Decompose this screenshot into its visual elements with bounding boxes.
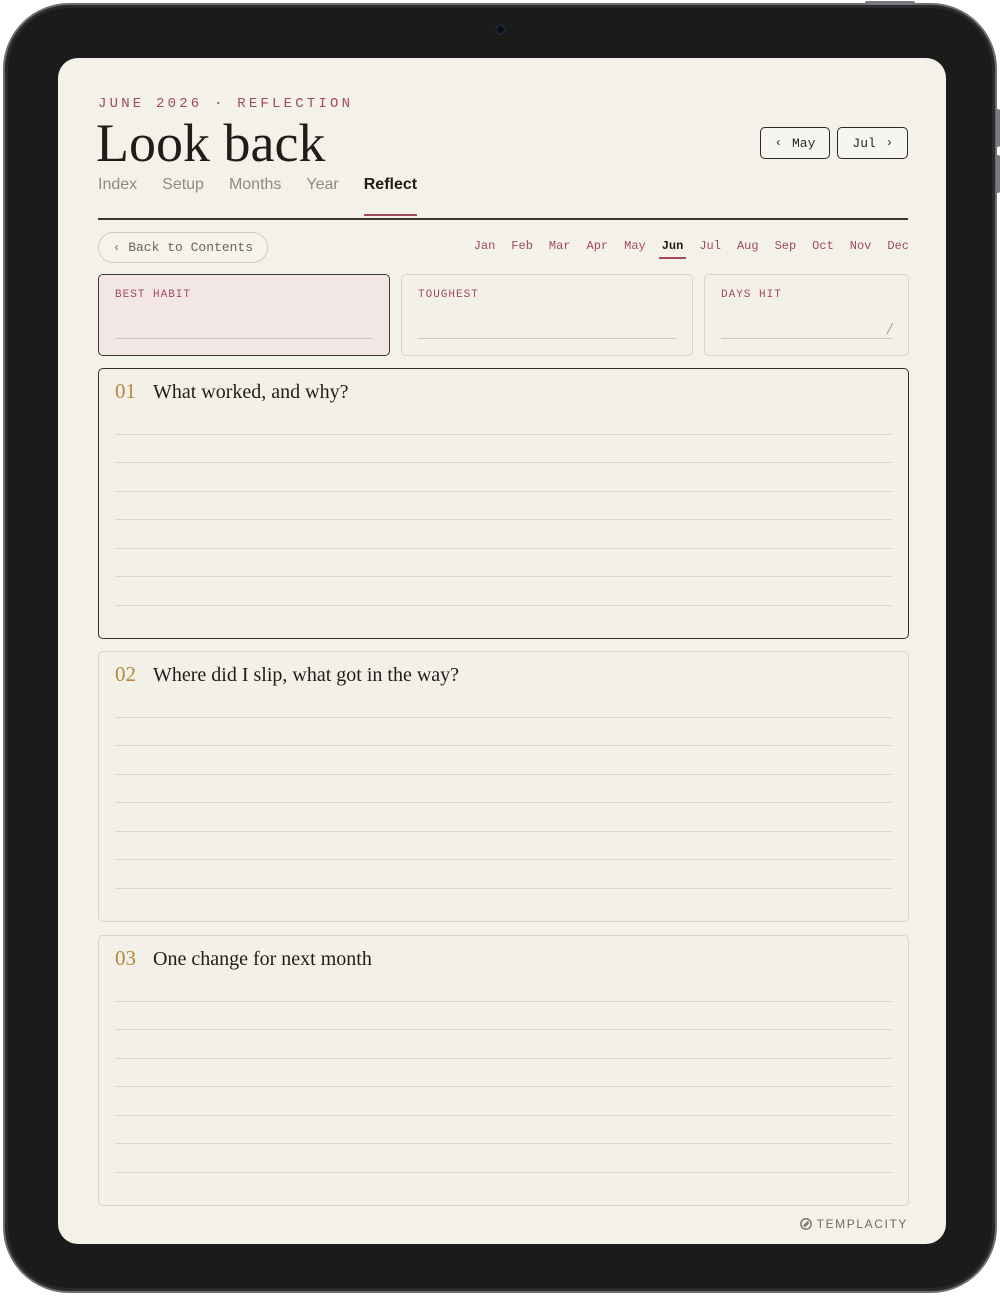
month-link-dec[interactable]: Dec [887, 239, 909, 256]
tablet-frame: JUNE 2026 · REFLECTION Look back ‹ May J… [3, 1, 1000, 1293]
month-link-sep[interactable]: Sep [775, 239, 797, 256]
days-hit-separator: / [887, 319, 892, 338]
month-strip: Jan Feb Mar Apr May Jun Jul Aug Sep Oct … [474, 239, 909, 259]
month-link-jun[interactable]: Jun [658, 239, 686, 259]
chevron-left-icon: ‹ [774, 136, 782, 150]
month-link-oct[interactable]: Oct [812, 239, 834, 256]
writing-line [115, 434, 892, 435]
writing-line [115, 745, 892, 746]
brand-name: TEMPLACITY [816, 1217, 908, 1231]
paperclip-icon [799, 1218, 812, 1230]
writing-line [115, 831, 892, 832]
writing-line [115, 1086, 892, 1087]
writing-line [115, 1143, 892, 1144]
best-habit-card[interactable]: BEST HABIT [98, 274, 390, 356]
month-link-nov[interactable]: Nov [850, 239, 872, 256]
best-habit-field[interactable] [115, 338, 373, 339]
writing-line [115, 1172, 892, 1173]
writing-line [115, 1029, 892, 1030]
question-card-2[interactable]: 02 Where did I slip, what got in the way… [98, 651, 909, 922]
question-text: Where did I slip, what got in the way? [153, 664, 460, 686]
planner-page: JUNE 2026 · REFLECTION Look back ‹ May J… [58, 58, 946, 1244]
volume-up-button [996, 109, 1000, 147]
page-title: Look back [96, 113, 326, 173]
brand-logo: TEMPLACITY [799, 1217, 908, 1231]
tab-year[interactable]: Year [306, 176, 338, 214]
question-card-1[interactable]: 01 What worked, and why? [98, 368, 909, 639]
camera-icon [495, 24, 506, 35]
question-card-3[interactable]: 03 One change for next month [98, 935, 909, 1206]
question-text: One change for next month [153, 948, 372, 970]
writing-line [115, 1115, 892, 1116]
writing-line [115, 548, 892, 549]
question-number: 02 [115, 662, 136, 686]
days-hit-card[interactable]: DAYS HIT / [704, 274, 909, 356]
month-link-may[interactable]: May [624, 239, 646, 256]
month-link-apr[interactable]: Apr [587, 239, 609, 256]
writing-line [115, 605, 892, 606]
prev-month-label: May [791, 135, 816, 151]
writing-line [115, 462, 892, 463]
writing-line [115, 774, 892, 775]
toughest-label: TOUGHEST [418, 289, 479, 301]
days-hit-field[interactable] [721, 338, 892, 339]
writing-line [115, 1001, 892, 1002]
tabs-divider [98, 218, 908, 220]
prev-month-button[interactable]: ‹ May [759, 127, 831, 159]
writing-line [115, 888, 892, 889]
days-hit-label: DAYS HIT [721, 289, 782, 301]
writing-line [115, 1058, 892, 1059]
tab-setup[interactable]: Setup [162, 176, 204, 214]
chevron-right-icon: › [885, 136, 893, 150]
month-link-mar[interactable]: Mar [549, 239, 571, 256]
back-to-contents-button[interactable]: ‹ Back to Contents [98, 232, 269, 263]
writing-line [115, 519, 892, 520]
writing-line [115, 717, 892, 718]
best-habit-label: BEST HABIT [115, 289, 192, 301]
writing-line [115, 859, 892, 860]
chevron-left-icon: ‹ [113, 240, 121, 255]
toughest-card[interactable]: TOUGHEST [401, 274, 693, 356]
month-link-jan[interactable]: Jan [474, 239, 496, 256]
next-month-label: Jul [852, 135, 876, 151]
top-button [865, 1, 915, 5]
question-number: 01 [115, 379, 136, 403]
section-tabs: Index Setup Months Year Reflect [98, 176, 418, 216]
question-number: 03 [115, 946, 136, 970]
volume-down-button [996, 155, 1000, 193]
month-link-aug[interactable]: Aug [737, 239, 759, 256]
writing-line [115, 491, 892, 492]
next-month-button[interactable]: Jul › [837, 127, 908, 159]
writing-line [115, 802, 892, 803]
month-pager: ‹ May Jul › [759, 127, 908, 159]
toughest-field[interactable] [418, 338, 676, 339]
month-link-feb[interactable]: Feb [511, 239, 533, 256]
month-link-jul[interactable]: Jul [699, 239, 721, 256]
tab-reflect[interactable]: Reflect [363, 176, 418, 216]
tab-index[interactable]: Index [98, 176, 137, 214]
tab-months[interactable]: Months [229, 176, 281, 214]
writing-line [115, 576, 892, 577]
question-text: What worked, and why? [153, 381, 349, 403]
back-to-contents-label: Back to Contents [128, 240, 254, 255]
